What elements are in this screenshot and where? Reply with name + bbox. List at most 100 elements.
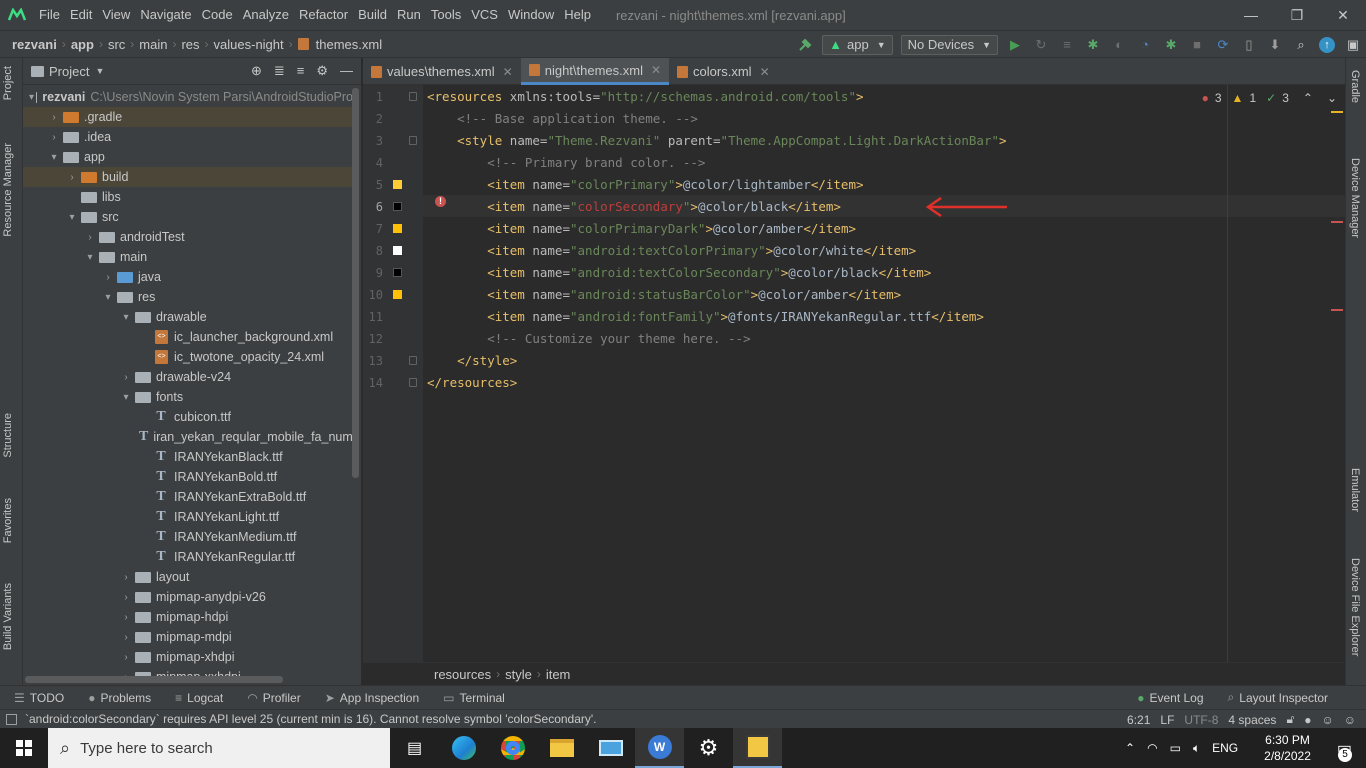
tree-item[interactable]: ▾ src — [23, 207, 353, 227]
menu-code[interactable]: Code — [197, 0, 238, 30]
attach-debugger-icon[interactable]: ◐ — [1107, 33, 1131, 57]
favorites-tool-tab[interactable]: Favorites — [2, 498, 14, 543]
line-separator[interactable]: LF — [1160, 713, 1174, 727]
fold-marker-icon[interactable] — [409, 92, 417, 101]
breadcrumb-item[interactable]: item — [543, 667, 574, 682]
tree-item[interactable]: › mipmap-xhdpi — [23, 647, 353, 667]
editor-tab[interactable]: colors.xml ✕ — [669, 58, 778, 85]
minimize-button[interactable]: — — [1228, 0, 1274, 30]
menu-window[interactable]: Window — [503, 0, 559, 30]
feedback-icon[interactable]: ☺ — [1344, 713, 1356, 727]
info-icon[interactable]: ● — [1304, 713, 1311, 727]
tree-item[interactable]: › .gradle — [23, 107, 353, 127]
tree-item[interactable]: <> ic_launcher_background.xml — [23, 327, 353, 347]
chrome-browser-icon[interactable] — [488, 728, 537, 768]
account-icon[interactable]: ▣ — [1341, 33, 1365, 57]
tree-item[interactable]: › androidTest — [23, 227, 353, 247]
chevron-down-icon[interactable]: ▼ — [95, 66, 104, 76]
collapse-all-icon[interactable]: ≡ — [297, 63, 305, 79]
tree-item[interactable]: › mipmap-mdpi — [23, 627, 353, 647]
maximize-button[interactable]: ❐ — [1274, 0, 1320, 30]
vertical-scrollbar[interactable] — [352, 88, 359, 478]
menu-navigate[interactable]: Navigate — [135, 0, 196, 30]
profiler-tool-button[interactable]: ◠ Profiler — [247, 691, 301, 705]
build-variants-tool-tab[interactable]: Build Variants — [2, 583, 14, 650]
fold-marker-icon[interactable] — [409, 356, 417, 365]
indent-setting[interactable]: 4 spaces — [1228, 713, 1276, 727]
chevron-down-icon[interactable]: ▾ — [119, 392, 133, 403]
tree-item[interactable]: › java — [23, 267, 353, 287]
menu-vcs[interactable]: VCS — [466, 0, 503, 30]
chevron-right-icon[interactable]: › — [119, 632, 133, 643]
settings-gear-icon[interactable]: ⚙ — [316, 63, 328, 79]
chevron-right-icon[interactable]: › — [119, 652, 133, 663]
rerun-icon[interactable]: ↻ — [1029, 33, 1053, 57]
tree-item[interactable]: ▾ drawable — [23, 307, 353, 327]
search-icon[interactable]: ⌕ — [1289, 33, 1313, 57]
apply-changes-icon[interactable]: ≡ — [1055, 33, 1079, 57]
tree-item[interactable]: › mipmap-hdpi — [23, 607, 353, 627]
caret-position[interactable]: 6:21 — [1127, 713, 1150, 727]
logcat-tool-button[interactable]: ≡ Logcat — [175, 691, 223, 705]
chevron-right-icon[interactable]: › — [119, 372, 133, 383]
terminal-tool-button[interactable]: ▭ Terminal — [443, 691, 505, 705]
update-icon[interactable]: ↑ — [1315, 33, 1339, 57]
color-swatch-icon[interactable] — [393, 268, 402, 277]
horizontal-scrollbar[interactable] — [25, 676, 283, 683]
chevron-down-icon[interactable]: ▾ — [83, 252, 97, 263]
file-explorer-icon[interactable] — [537, 728, 586, 768]
edge-browser-icon[interactable] — [439, 728, 488, 768]
close-tab-icon[interactable]: ✕ — [760, 65, 770, 79]
chevron-down-icon[interactable]: ⌄ — [1327, 91, 1337, 105]
taskbar-search-box[interactable]: ⌕ Type here to search — [48, 728, 390, 768]
battery-icon[interactable]: ▭ — [1170, 741, 1181, 755]
nav-crumb[interactable]: themes.xml — [313, 37, 385, 52]
menu-help[interactable]: Help — [559, 0, 596, 30]
sdk-manager-icon[interactable]: ⬇ — [1263, 33, 1287, 57]
expand-all-icon[interactable]: ≣ — [274, 63, 285, 79]
breadcrumb-style[interactable]: style — [502, 667, 535, 682]
menu-refactor[interactable]: Refactor — [294, 0, 353, 30]
project-tool-tab[interactable]: Project — [2, 66, 14, 100]
editor-tab[interactable]: values\themes.xml ✕ — [363, 58, 521, 85]
chevron-right-icon[interactable]: › — [119, 612, 133, 623]
hide-panel-icon[interactable]: — — [340, 63, 353, 79]
color-swatch-icon[interactable] — [393, 180, 402, 189]
tree-item[interactable]: ▾ app — [23, 147, 353, 167]
app-inspection-tool-button[interactable]: ➤ App Inspection — [325, 691, 419, 705]
color-swatch-icon[interactable] — [393, 224, 402, 233]
word-app-icon[interactable]: W — [635, 728, 684, 768]
inspection-widget[interactable]: ● 3 ▲ 1 ✓ 3 ⌃ ⌄ — [1196, 91, 1337, 105]
debug-icon[interactable]: ✱ — [1081, 33, 1105, 57]
chevron-right-icon[interactable]: › — [65, 172, 79, 183]
chevron-right-icon[interactable]: › — [83, 232, 97, 243]
tree-item[interactable]: ▾ rezvani C:\Users\Novin System Parsi\Andr… — [23, 87, 353, 107]
tree-item[interactable]: › .idea — [23, 127, 353, 147]
editor-tab[interactable]: night\themes.xml ✕ — [520, 58, 670, 85]
close-tab-icon[interactable]: ✕ — [503, 65, 513, 79]
tree-item[interactable]: › mipmap-anydpi-v26 — [23, 587, 353, 607]
nav-crumb[interactable]: values-night — [211, 37, 287, 52]
structure-tool-tab[interactable]: Structure — [2, 413, 14, 458]
device-manager-icon[interactable]: ▯ — [1237, 33, 1261, 57]
chevron-up-icon[interactable]: ⌃ — [1303, 91, 1313, 105]
build-hammer-icon[interactable] — [793, 33, 817, 57]
settings-gear-icon[interactable]: ⚙ — [684, 728, 733, 768]
stop-icon[interactable]: ■ — [1185, 33, 1209, 57]
chevron-right-icon[interactable]: › — [47, 112, 61, 123]
volume-icon[interactable]: 🔈︎ — [1193, 741, 1200, 756]
emulator-tool-tab[interactable]: Emulator — [1349, 468, 1361, 512]
tree-item[interactable]: T IRANYekanRegular.ttf — [23, 547, 353, 567]
close-button[interactable]: ✕ — [1320, 0, 1366, 30]
run-config-select[interactable]: ▲ app ▼ — [822, 34, 893, 55]
chevron-right-icon[interactable]: › — [101, 272, 115, 283]
tree-item[interactable]: T IRANYekanBold.ttf — [23, 467, 353, 487]
chevron-right-icon[interactable]: › — [47, 132, 61, 143]
project-view-select[interactable]: Project — [49, 64, 89, 79]
tree-item[interactable]: ▾ main — [23, 247, 353, 267]
device-file-explorer-tool-tab[interactable]: Device File Explorer — [1349, 558, 1361, 656]
tree-item[interactable]: ▾ fonts — [23, 387, 353, 407]
error-bulb-icon[interactable]: ! — [435, 196, 446, 207]
tree-item[interactable]: › drawable-v24 — [23, 367, 353, 387]
chevron-down-icon[interactable]: ▾ — [47, 152, 61, 163]
